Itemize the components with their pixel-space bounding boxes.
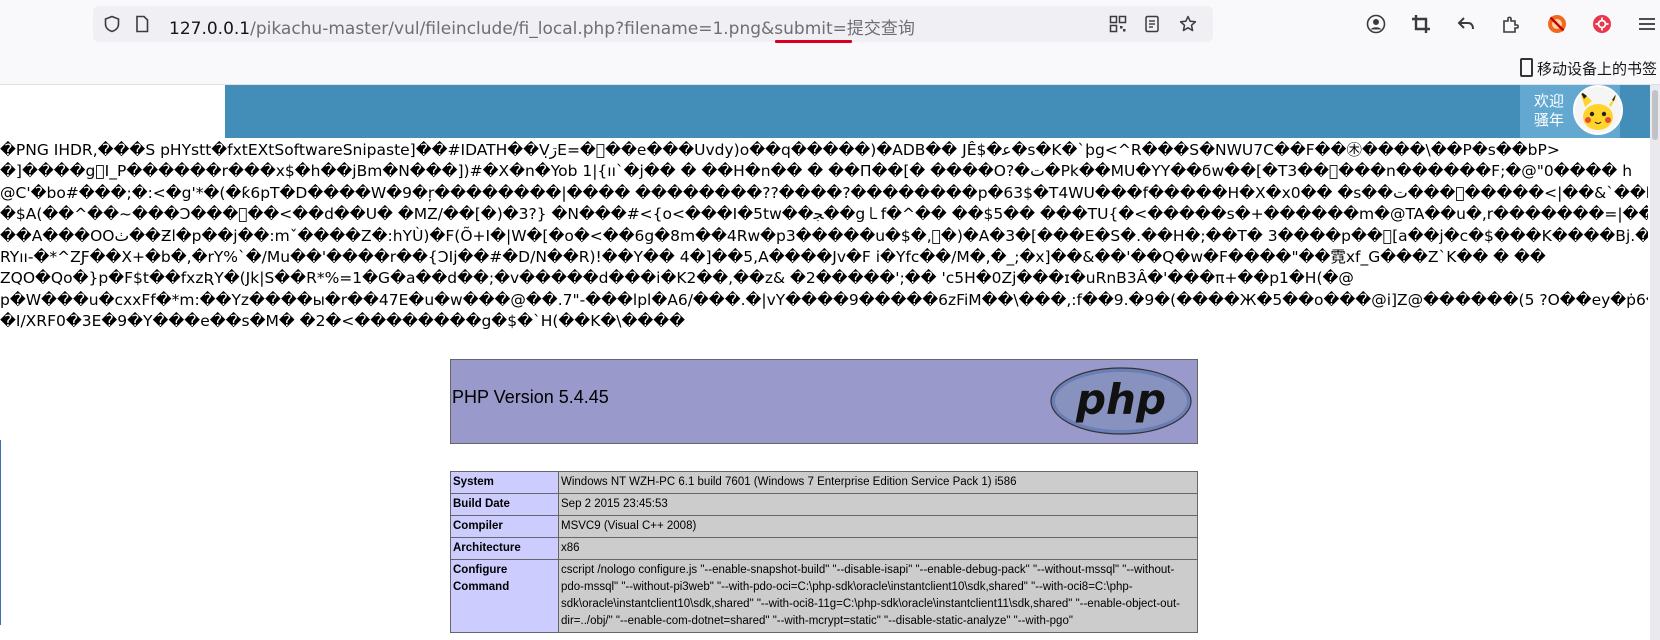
page-scrollbar-thumb[interactable]: [1652, 90, 1658, 140]
page-info-icon[interactable]: [133, 15, 151, 33]
phone-icon: [1520, 58, 1533, 77]
blocked-extension-icon[interactable]: [1546, 14, 1568, 36]
reader-view-icon[interactable]: [1143, 15, 1161, 33]
left-border-line: [0, 440, 1, 625]
row-key: Compiler: [450, 515, 559, 538]
url-spellcheck-underline: [775, 40, 852, 43]
phpinfo-banner: PHP Version 5.4.45 php: [450, 359, 1198, 444]
table-row: Configure Command cscript /nologo config…: [450, 559, 1198, 633]
crop-icon[interactable]: [1410, 14, 1432, 36]
table-row: System Windows NT WZH-PC 6.1 build 7601 …: [450, 471, 1198, 494]
row-value: Sep 2 2015 23:45:53: [558, 493, 1198, 516]
menu-icon[interactable]: [1636, 14, 1658, 36]
binary-dump: �PNG IHDR,���S pHYstt�fxtEXtSoftwareSnip…: [0, 140, 1648, 333]
dump-line: �PNG IHDR,���S pHYstt�fxtEXtSoftwareSnip…: [0, 141, 1560, 159]
shield-icon[interactable]: [103, 15, 121, 33]
url-path: /pikachu-master/vul/fileinclude/fi_local…: [250, 19, 699, 39]
browser-toolbar: 127.0.0.1/pikachu-master/vul/fileinclude…: [0, 0, 1660, 50]
dump-line: ZQO�Qo�}p�F$t��fxzƦY�(Jk|S��R*%=1�G�a��d…: [0, 269, 1354, 288]
dump-line: RYıı-�*^ZƑ��X+�b�,�rY%`�/Mu��'����r��{ƆI…: [0, 247, 1546, 266]
php-logo[interactable]: php: [1049, 367, 1193, 435]
page-header-band: [225, 85, 1650, 138]
row-value: Windows NT WZH-PC 6.1 build 7601 (Window…: [558, 471, 1198, 494]
table-row: Architecture x86: [450, 537, 1198, 560]
url-text[interactable]: 127.0.0.1/pikachu-master/vul/fileinclude…: [169, 14, 915, 39]
row-value: MSVC9 (Visual C++ 2008): [558, 515, 1198, 538]
dump-line: p�W���u�cxxFf�*m:��Yz����ы�r��47E�u�w���…: [0, 290, 1648, 309]
welcome-line-1: 欢迎: [1534, 93, 1565, 110]
bookmark-star-icon[interactable]: [1179, 15, 1197, 33]
row-value: cscript /nologo configure.js "--enable-s…: [558, 559, 1198, 633]
address-bar[interactable]: 127.0.0.1/pikachu-master/vul/fileinclude…: [93, 6, 1213, 43]
account-icon[interactable]: [1365, 14, 1387, 36]
php-logo-text: php: [1075, 375, 1166, 424]
url-rest: submit=提交查询: [774, 19, 915, 39]
dump-line: ��A���OOﭞ��Ƶl�p��j��:mˇ����Z�:hYÙ)�F(Õ+I…: [0, 226, 1648, 245]
row-value: x86: [558, 537, 1198, 560]
phpinfo-table: System Windows NT WZH-PC 6.1 build 7601 …: [450, 471, 1198, 633]
welcome-line-2: 骚年: [1534, 112, 1565, 129]
table-row: Build Date Sep 2 2015 23:45:53: [450, 493, 1198, 516]
php-version-title: PHP Version 5.4.45: [452, 387, 609, 407]
url-highlight: =1.png&: [698, 19, 775, 39]
dump-line: �I/XRF0�3E�9�Y���e��s�M� �2�<��������g�$…: [0, 312, 686, 331]
table-row: Compiler MSVC9 (Visual C++ 2008): [450, 515, 1198, 538]
back-arrow-icon[interactable]: [1455, 14, 1477, 36]
red-extension-icon[interactable]: [1591, 14, 1613, 36]
extension-icon[interactable]: [1500, 14, 1522, 36]
pikachu-avatar[interactable]: [1573, 85, 1623, 135]
url-host: 127.0.0.1: [169, 19, 251, 39]
row-key: System: [450, 471, 559, 494]
mobile-bookmarks-folder[interactable]: 移动设备上的书签: [1520, 58, 1657, 79]
bookmarks-bar: 移动设备上的书签: [0, 50, 1660, 85]
dump-line: �$A(��^��~���Ɔ���⃞��<��d��U� �MZ/��[�)�3…: [0, 205, 1648, 224]
mobile-bookmarks-label: 移动设备上的书签: [1537, 61, 1658, 78]
page-scrollbar[interactable]: [1650, 85, 1660, 640]
dump-line: @C'�bo#���;�:<�g'*�(�ƙ6pT�D����W�9�ŗ����…: [0, 183, 1648, 202]
qr-code-icon[interactable]: [1109, 15, 1127, 33]
dump-line: �]����g⃞I_P������r���x$�h��jBm�N���])#�X…: [0, 162, 1633, 181]
row-key: Architecture: [450, 537, 559, 560]
welcome-text: 欢迎 骚年: [1534, 92, 1564, 130]
row-key: Build Date: [450, 493, 559, 516]
row-key: Configure Command: [450, 559, 559, 633]
